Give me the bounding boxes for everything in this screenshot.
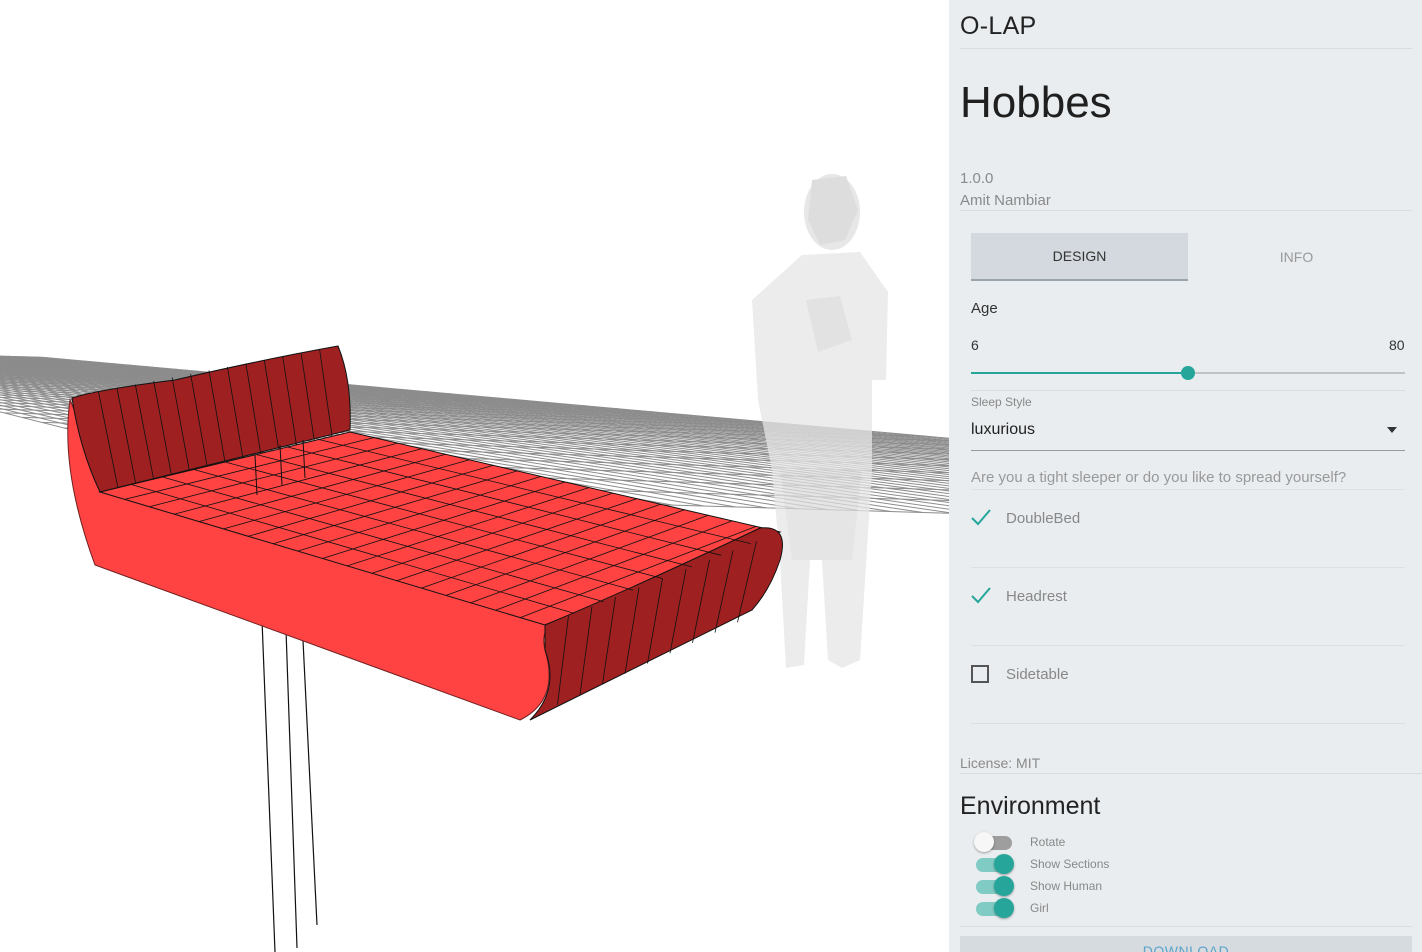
age-slider-fill <box>971 372 1188 374</box>
toggle-label: Girl <box>1030 901 1049 915</box>
toggle-label: Show Human <box>1030 879 1103 893</box>
age-max-label: 80 <box>1389 337 1405 353</box>
option-label: Headrest <box>1006 588 1067 605</box>
divider <box>960 48 1412 49</box>
option-label: Sidetable <box>1006 666 1069 683</box>
divider <box>971 390 1405 391</box>
tab-design[interactable]: DESIGN <box>971 233 1188 281</box>
checkmark-icon <box>971 587 991 604</box>
checkbox-empty-icon <box>971 665 989 683</box>
age-min-label: 6 <box>971 337 979 353</box>
toggle-knob <box>994 854 1014 874</box>
age-label: Age <box>971 300 998 317</box>
tab-info[interactable]: INFO <box>1188 233 1405 281</box>
sleep-style-label: Sleep Style <box>971 395 1032 409</box>
divider <box>960 926 1412 927</box>
toggle-knob <box>974 832 994 852</box>
toggle-knob <box>994 898 1014 918</box>
3d-viewport[interactable] <box>0 0 949 952</box>
sleep-style-value: luxurious <box>971 421 1036 438</box>
age-slider[interactable] <box>971 366 1405 380</box>
option-label: DoubleBed <box>1006 510 1081 527</box>
scene-canvas[interactable] <box>0 0 949 952</box>
sleep-style-hint: Are you a tight sleeper or do you like t… <box>971 469 1347 486</box>
human-figure <box>752 174 888 668</box>
caret-down-icon <box>1387 427 1397 433</box>
license-text: License: MIT <box>960 755 1041 771</box>
divider <box>971 723 1405 724</box>
sleep-style-select[interactable]: luxurious <box>971 416 1405 451</box>
age-slider-thumb[interactable] <box>1181 366 1195 380</box>
toggle-rotate[interactable]: Rotate <box>974 831 1276 853</box>
toggle-show-sections[interactable]: Show Sections <box>976 853 1276 875</box>
environment-title: Environment <box>960 792 1101 820</box>
toggle-show-human[interactable]: Show Human <box>976 875 1276 897</box>
product-title: Hobbes <box>960 78 1112 127</box>
option-headrest[interactable]: Headrest <box>971 567 1405 646</box>
toggle-knob <box>994 876 1014 896</box>
brand-title: O-LAP <box>960 12 1037 40</box>
toggle-label: Show Sections <box>1030 857 1110 871</box>
download-button[interactable]: DOWNLOAD <box>960 936 1412 952</box>
product-version: 1.0.0 <box>960 170 994 187</box>
product-author: Amit Nambiar <box>960 192 1051 209</box>
divider <box>960 210 1412 211</box>
divider <box>960 773 1422 774</box>
option-sidetable[interactable]: Sidetable <box>971 645 1405 724</box>
side-panel: O-LAP Hobbes 1.0.0 Amit Nambiar DESIGN I… <box>949 0 1422 952</box>
toggle-label: Rotate <box>1030 835 1066 849</box>
option-doublebed[interactable]: DoubleBed <box>971 489 1405 568</box>
toggle-girl[interactable]: Girl <box>976 897 1276 919</box>
checkmark-icon <box>971 509 991 526</box>
